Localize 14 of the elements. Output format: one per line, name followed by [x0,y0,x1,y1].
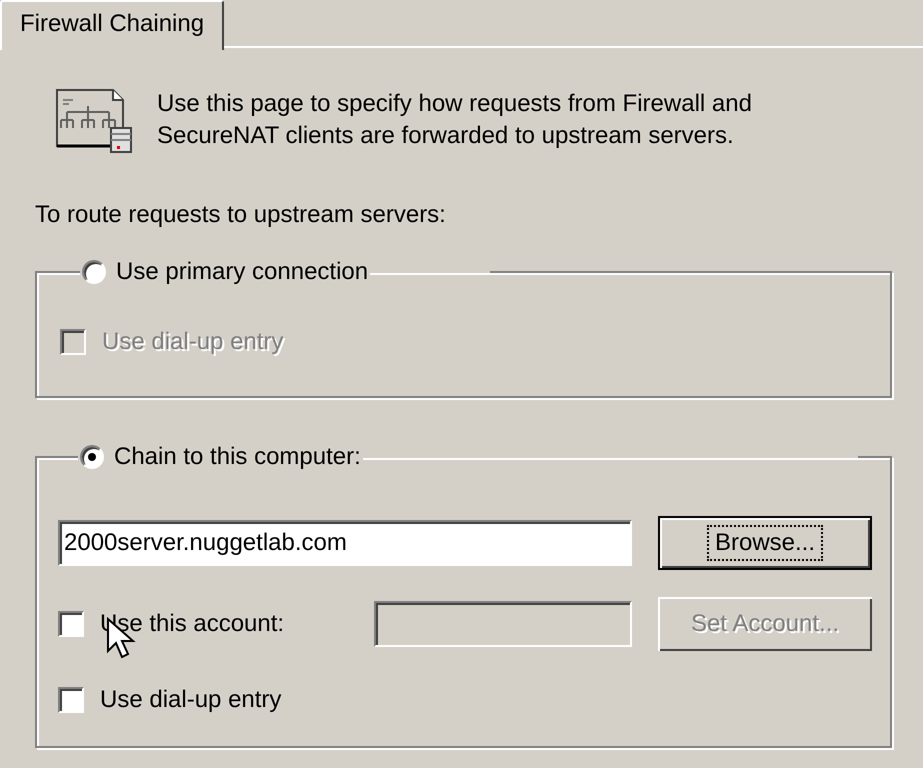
radio-button[interactable] [82,260,106,284]
radio-label: Use primary connection [116,257,368,287]
checkbox[interactable] [58,687,84,713]
browse-button[interactable]: Browse... [658,516,872,570]
tab[interactable]: Firewall Chaining [0,0,224,50]
checkbox-label: Use dial-up entry [100,685,282,715]
description-text: Use this page to specify how requests from Firewall and SecureNAT clients are forwarded to upstream servers. [157,89,753,151]
server-diagram-icon [55,88,135,154]
computer-name-field[interactable]: 2000server.nuggetlab.com [58,520,632,566]
section-label: To route requests to upstream servers: [35,200,447,230]
radio-button[interactable] [80,445,104,469]
checkbox[interactable] [58,611,84,637]
checkbox-label: Use dial-up entry [102,327,284,357]
radio-label: Chain to this computer: [114,442,361,472]
